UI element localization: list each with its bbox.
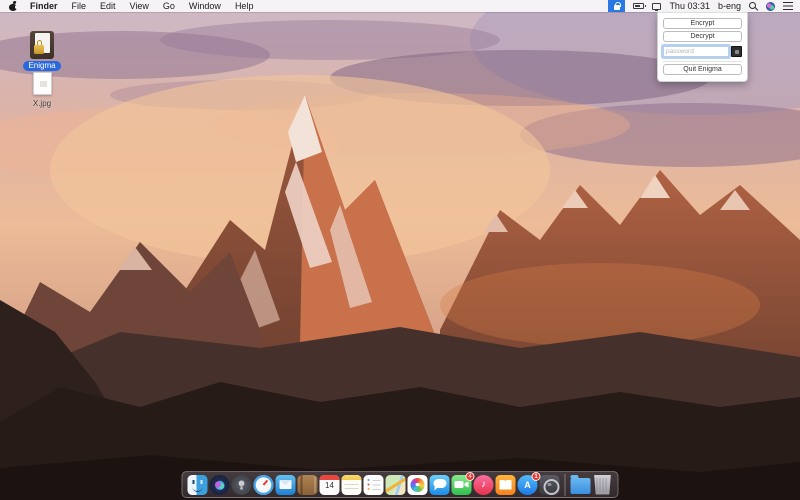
dock-separator [564, 473, 566, 496]
appstore-glyph: A [524, 479, 531, 490]
dock-mail-icon[interactable] [275, 474, 296, 495]
spotlight-search-icon[interactable] [749, 1, 758, 11]
dock-itunes-icon[interactable]: ♪ [473, 474, 494, 495]
calendar-day: 14 [325, 480, 334, 490]
password-input[interactable] [663, 46, 729, 57]
notification-center-icon[interactable] [783, 2, 793, 10]
dock-contacts-icon[interactable] [297, 474, 318, 495]
menu-go[interactable]: Go [156, 0, 182, 12]
dock-facetime-icon[interactable]: 4 [451, 471, 475, 495]
menubar-clock[interactable]: Thu 03:31 [669, 1, 710, 11]
dock-maps-icon[interactable] [385, 474, 406, 495]
enigma-menu-panel: Encrypt Decrypt Quit Enigma [657, 12, 748, 82]
dock-appstore-icon[interactable]: A 1 [517, 471, 541, 495]
encrypt-button[interactable]: Encrypt [663, 18, 742, 29]
menu-app-name[interactable]: Finder [23, 0, 65, 12]
dock-system-preferences-icon[interactable] [539, 474, 560, 495]
menubar-status-area: Thu 03:31 b-eng [608, 0, 800, 12]
panel-separator [663, 61, 742, 62]
dock-trash-icon[interactable] [594, 474, 611, 495]
desktop-icon-enigma[interactable]: Enigma [22, 31, 62, 71]
dock-ibooks-icon[interactable] [495, 474, 516, 495]
macos-desktop: Finder File Edit View Go Window Help Thu… [0, 0, 800, 500]
quit-enigma-button[interactable]: Quit Enigma [663, 64, 742, 75]
dock-photos-icon[interactable] [407, 474, 428, 495]
dock-messages-icon[interactable] [429, 474, 450, 495]
dock-siri-icon[interactable] [209, 474, 230, 495]
menubar-username[interactable]: b-eng [718, 1, 741, 11]
dock-downloads-folder-icon[interactable] [570, 475, 591, 494]
enigma-lock-menubar-icon[interactable] [608, 0, 626, 12]
enigma-app-icon [30, 31, 54, 59]
menu-help[interactable]: Help [228, 0, 261, 12]
desktop-icon-file[interactable]: X.jpg [22, 72, 62, 108]
password-row [663, 46, 742, 57]
dock-launchpad-icon[interactable] [231, 474, 252, 495]
dock-safari-icon[interactable] [253, 474, 274, 495]
key-icon[interactable] [731, 46, 742, 57]
dock-finder-icon[interactable] [187, 474, 208, 495]
notification-badge: 1 [531, 471, 541, 481]
notification-badge: 4 [465, 471, 475, 481]
menu-bar: Finder File Edit View Go Window Help Thu… [0, 0, 800, 12]
dock: 14 4 ♪ A 1 [181, 471, 619, 498]
dock-reminders-icon[interactable] [363, 474, 384, 495]
siri-icon[interactable] [766, 1, 775, 11]
display-icon[interactable] [652, 2, 662, 11]
menu-file[interactable]: File [65, 0, 94, 12]
dock-calendar-icon[interactable]: 14 [319, 474, 340, 495]
calendar-header [319, 474, 340, 480]
apple-menu-icon[interactable] [9, 0, 19, 11]
battery-icon[interactable] [633, 3, 647, 9]
decrypt-button[interactable]: Decrypt [663, 31, 742, 42]
menu-view[interactable]: View [123, 0, 156, 12]
menu-window[interactable]: Window [182, 0, 228, 12]
document-icon [32, 72, 52, 95]
desktop-icon-label: Enigma [23, 61, 61, 71]
menu-edit[interactable]: Edit [93, 0, 123, 12]
dock-notes-icon[interactable] [341, 474, 362, 495]
desktop-icon-label: X.jpg [32, 99, 52, 108]
